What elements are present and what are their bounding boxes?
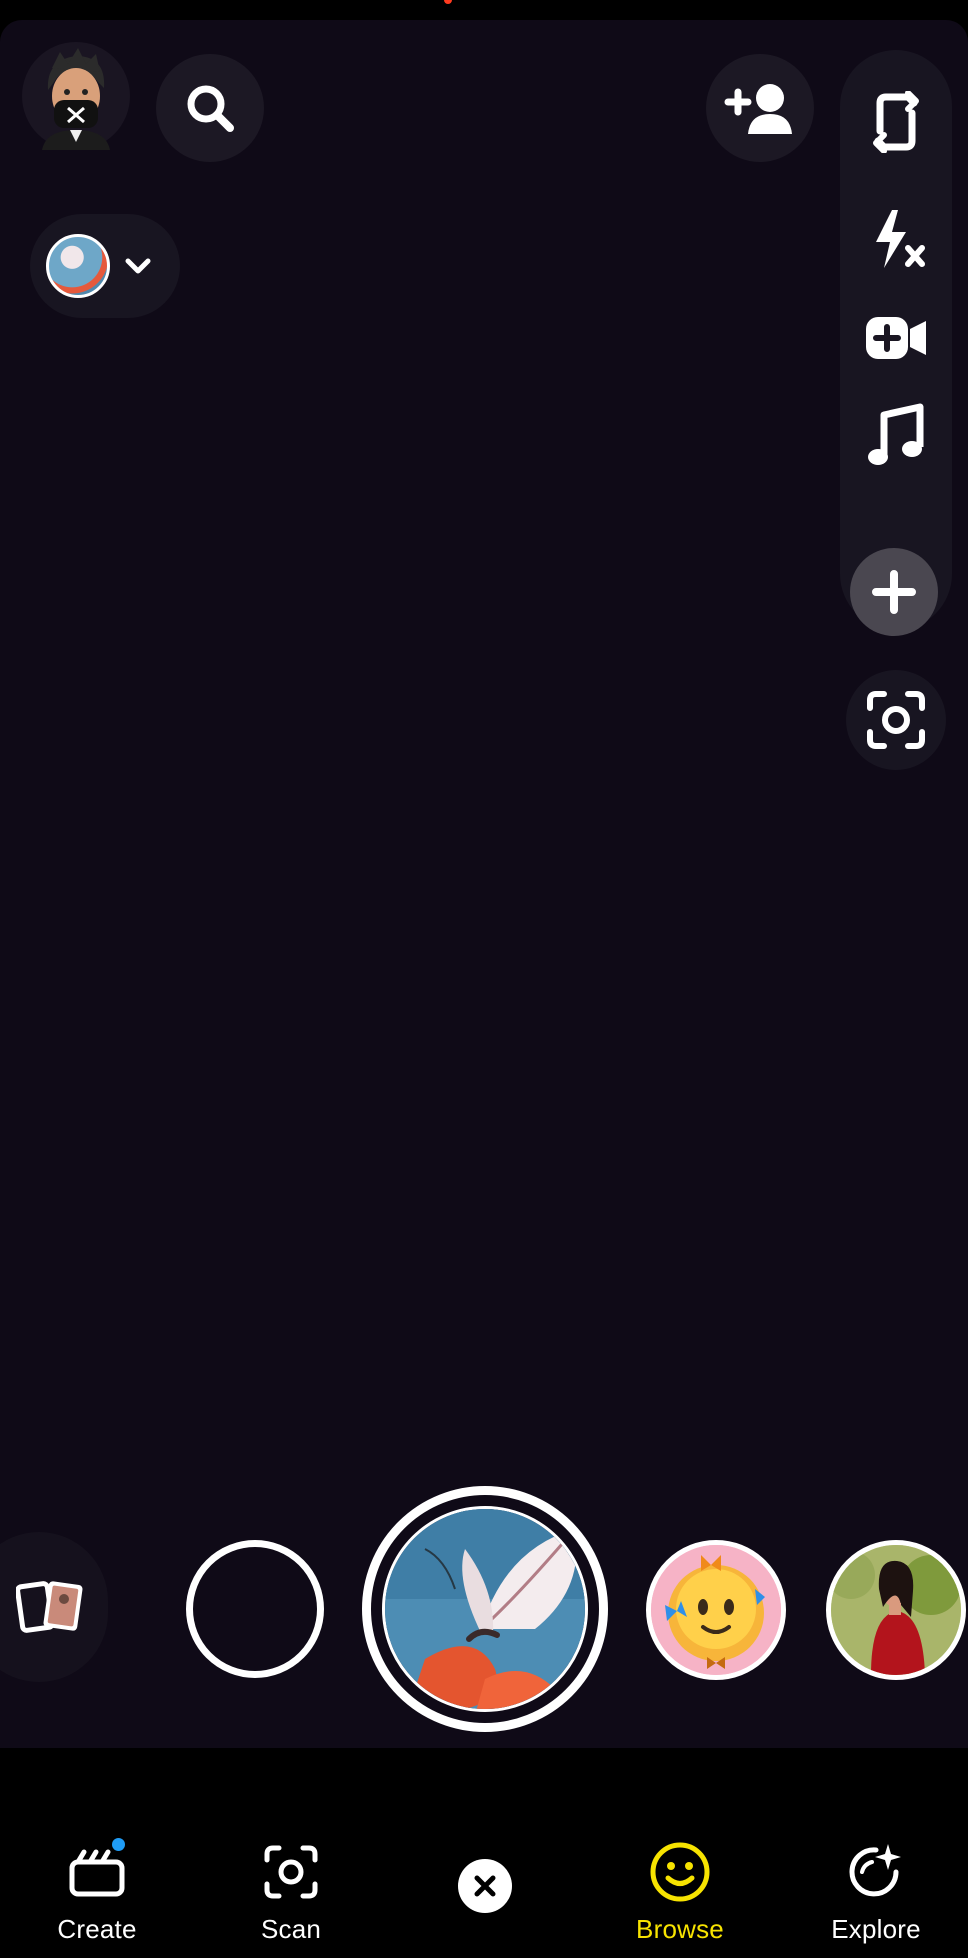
empty-lens-slot[interactable]	[186, 1540, 324, 1678]
nav-create[interactable]: Create	[17, 1838, 177, 1950]
recording-indicator	[444, 0, 452, 4]
butterfly-lens	[382, 1506, 588, 1712]
status-strip	[0, 0, 968, 20]
scan-icon	[259, 1840, 323, 1904]
close-lens-button[interactable]	[458, 1859, 512, 1913]
nav-browse-label: Browse	[636, 1914, 724, 1944]
music-note-icon	[868, 403, 924, 465]
camera-tools-rail	[840, 50, 952, 630]
explore-sparkle-icon	[844, 1840, 908, 1904]
video-plus-icon	[866, 317, 926, 359]
smiley-icon	[648, 1840, 712, 1904]
lens-selector[interactable]	[30, 214, 180, 318]
search-button[interactable]	[156, 54, 264, 162]
search-icon	[187, 85, 234, 132]
camera-viewfinder[interactable]	[0, 20, 968, 1748]
video-chat-button[interactable]	[840, 288, 952, 388]
more-tools-button[interactable]	[850, 548, 938, 636]
portrait-lens[interactable]	[826, 1540, 966, 1680]
flip-camera-button[interactable]	[840, 72, 952, 172]
scan-side-button[interactable]	[846, 670, 946, 770]
nav-create-label: Create	[57, 1914, 137, 1944]
notification-dot	[112, 1838, 125, 1851]
nav-explore[interactable]: Explore	[796, 1840, 956, 1950]
bitmoji-avatar-icon	[42, 48, 110, 150]
lens-carousel	[0, 1480, 968, 1740]
butterfly-lens-thumbnail	[46, 234, 110, 298]
bottom-navigation: Create Scan Browse Explore	[0, 1748, 968, 1958]
close-icon	[474, 1875, 496, 1897]
chevron-down-icon	[125, 258, 151, 274]
add-friend-button[interactable]	[706, 54, 814, 162]
create-icon	[65, 1838, 129, 1904]
nav-explore-label: Explore	[831, 1914, 921, 1944]
nav-scan-label: Scan	[260, 1914, 322, 1944]
flash-button[interactable]	[840, 190, 952, 290]
butterfly-emoji-lens[interactable]	[646, 1540, 786, 1680]
add-friend-icon	[724, 84, 792, 134]
capture-button[interactable]	[362, 1486, 608, 1732]
plus-icon	[872, 570, 916, 614]
profile-avatar-button[interactable]	[22, 42, 130, 150]
flash-off-icon	[876, 210, 925, 268]
flip-camera-icon	[873, 91, 919, 153]
nav-scan[interactable]: Scan	[211, 1840, 371, 1950]
scan-icon	[867, 691, 925, 749]
music-button[interactable]	[840, 386, 952, 486]
nav-browse[interactable]: Browse	[600, 1840, 760, 1950]
